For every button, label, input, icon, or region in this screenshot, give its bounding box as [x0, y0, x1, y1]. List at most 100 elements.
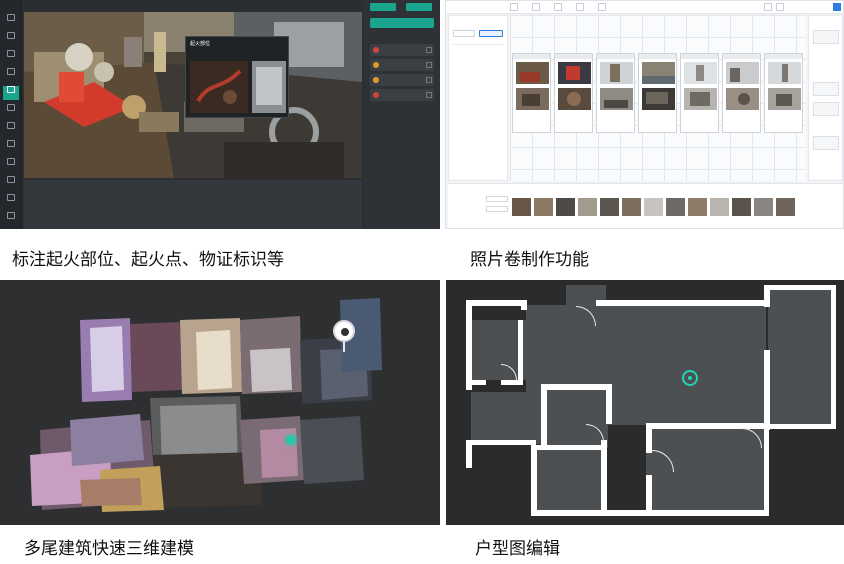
strip-thumb-13[interactable]	[776, 198, 795, 216]
room-left-middle[interactable]	[471, 392, 541, 444]
tool-button-8[interactable]	[3, 140, 19, 154]
wall-segment[interactable]	[466, 440, 536, 445]
wall-segment[interactable]	[531, 445, 537, 515]
photo-card-7[interactable]	[764, 53, 803, 133]
strip-thumb-12[interactable]	[754, 198, 773, 216]
annotation-popup[interactable]: 起火部位	[185, 36, 289, 118]
wall-segment[interactable]	[466, 300, 522, 306]
annotation-list-panel	[364, 0, 440, 229]
form-field-2[interactable]	[486, 206, 508, 212]
strip-thumb-5[interactable]	[600, 198, 619, 216]
strip-thumb-1[interactable]	[512, 198, 531, 216]
wall-segment[interactable]	[518, 320, 523, 380]
annotation-item-3[interactable]	[370, 74, 434, 86]
strip-thumb-8[interactable]	[666, 198, 685, 216]
property-field-1[interactable]	[813, 30, 839, 44]
strip-thumb-6[interactable]	[622, 198, 641, 216]
wall-segment[interactable]	[764, 285, 836, 290]
caption-floor-plan: 户型图编辑	[475, 539, 560, 559]
3d-model-view[interactable]	[0, 280, 440, 525]
property-field-4[interactable]	[813, 136, 839, 150]
strip-thumb-11[interactable]	[732, 198, 751, 216]
wall-segment[interactable]	[764, 350, 770, 430]
evidence-photo-2	[252, 61, 286, 113]
tool-button-3[interactable]	[3, 50, 19, 64]
scene-title-bar	[22, 0, 362, 10]
location-marker-icon[interactable]	[333, 320, 355, 342]
wall-segment[interactable]	[466, 380, 486, 385]
wall-segment[interactable]	[541, 384, 547, 446]
wall-segment[interactable]	[606, 384, 612, 424]
top-action-button-2[interactable]	[406, 3, 432, 11]
wall-segment[interactable]	[764, 424, 836, 429]
photo-card-4[interactable]	[638, 53, 677, 133]
add-annotation-button[interactable]	[370, 18, 434, 28]
lower-view	[24, 180, 362, 229]
toolbar-button-2[interactable]	[532, 3, 540, 11]
tool-button-7[interactable]	[3, 122, 19, 136]
position-marker-icon[interactable]	[682, 370, 698, 386]
property-field-3[interactable]	[813, 102, 839, 116]
photo-card-6[interactable]	[722, 53, 761, 133]
wall-segment[interactable]	[531, 510, 601, 516]
nav-prev-button[interactable]	[764, 3, 772, 11]
wall-segment[interactable]	[541, 384, 611, 390]
wall-segment[interactable]	[646, 423, 652, 453]
popup-title: 起火部位	[190, 41, 211, 47]
toolbar-button-3[interactable]	[554, 3, 562, 11]
wall-segment[interactable]	[466, 300, 472, 390]
3d-model-panel[interactable]	[0, 280, 440, 525]
photo-card-3[interactable]	[596, 53, 635, 133]
annotation-item-4[interactable]	[370, 89, 434, 101]
top-action-button-1[interactable]	[370, 3, 396, 11]
toolbar-button-5[interactable]	[598, 3, 606, 11]
tool-button-annotate[interactable]	[3, 86, 19, 100]
strip-thumb-10[interactable]	[710, 198, 729, 216]
tool-button-10[interactable]	[3, 176, 19, 190]
wall-segment[interactable]	[646, 475, 652, 515]
toolbar-button-4[interactable]	[576, 3, 584, 11]
wall-segment[interactable]	[601, 440, 607, 515]
strip-thumb-4[interactable]	[578, 198, 597, 216]
floor-plan-panel[interactable]	[446, 280, 844, 525]
property-field-2[interactable]	[813, 82, 839, 96]
toolbar-button-1[interactable]	[510, 3, 518, 11]
tool-button-4[interactable]	[3, 68, 19, 82]
wall-segment[interactable]	[646, 510, 768, 516]
wall-segment[interactable]	[831, 285, 836, 429]
tool-button-1[interactable]	[3, 14, 19, 28]
photo-list-sidebar	[448, 15, 508, 181]
photo-card-1[interactable]	[512, 53, 551, 133]
strip-thumb-9[interactable]	[688, 198, 707, 216]
wall-segment[interactable]	[601, 510, 649, 516]
tool-button-2[interactable]	[3, 32, 19, 46]
wall-segment[interactable]	[764, 424, 769, 516]
left-toolbar	[0, 0, 22, 229]
form-field-1[interactable]	[486, 196, 508, 202]
sidebar-button-1[interactable]	[453, 30, 475, 37]
nav-next-button[interactable]	[776, 3, 784, 11]
tool-button-6[interactable]	[3, 104, 19, 118]
annotation-item-2[interactable]	[370, 59, 434, 71]
room-right[interactable]	[768, 288, 836, 428]
wall-segment[interactable]	[596, 300, 766, 306]
annotation-item-1[interactable]	[370, 44, 434, 56]
photo-roll-panel	[445, 0, 844, 229]
tool-button-12[interactable]	[3, 212, 19, 226]
tool-button-11[interactable]	[3, 194, 19, 208]
strip-thumb-2[interactable]	[534, 198, 553, 216]
export-button[interactable]	[833, 3, 841, 11]
wall-segment[interactable]	[501, 380, 523, 385]
room-bottom-left[interactable]	[531, 450, 606, 515]
photo-card-5[interactable]	[680, 53, 719, 133]
wall-segment[interactable]	[521, 300, 527, 310]
photo-card-2[interactable]	[554, 53, 593, 133]
tool-button-9[interactable]	[3, 158, 19, 172]
strip-thumb-7[interactable]	[644, 198, 663, 216]
evidence-photo-1	[190, 61, 248, 113]
position-dot-icon[interactable]	[286, 435, 296, 445]
caption-annotation: 标注起火部位、起火点、物证标识等	[12, 250, 284, 270]
strip-thumb-3[interactable]	[556, 198, 575, 216]
room-top-nook[interactable]	[566, 285, 606, 310]
sidebar-button-2[interactable]	[479, 30, 503, 37]
